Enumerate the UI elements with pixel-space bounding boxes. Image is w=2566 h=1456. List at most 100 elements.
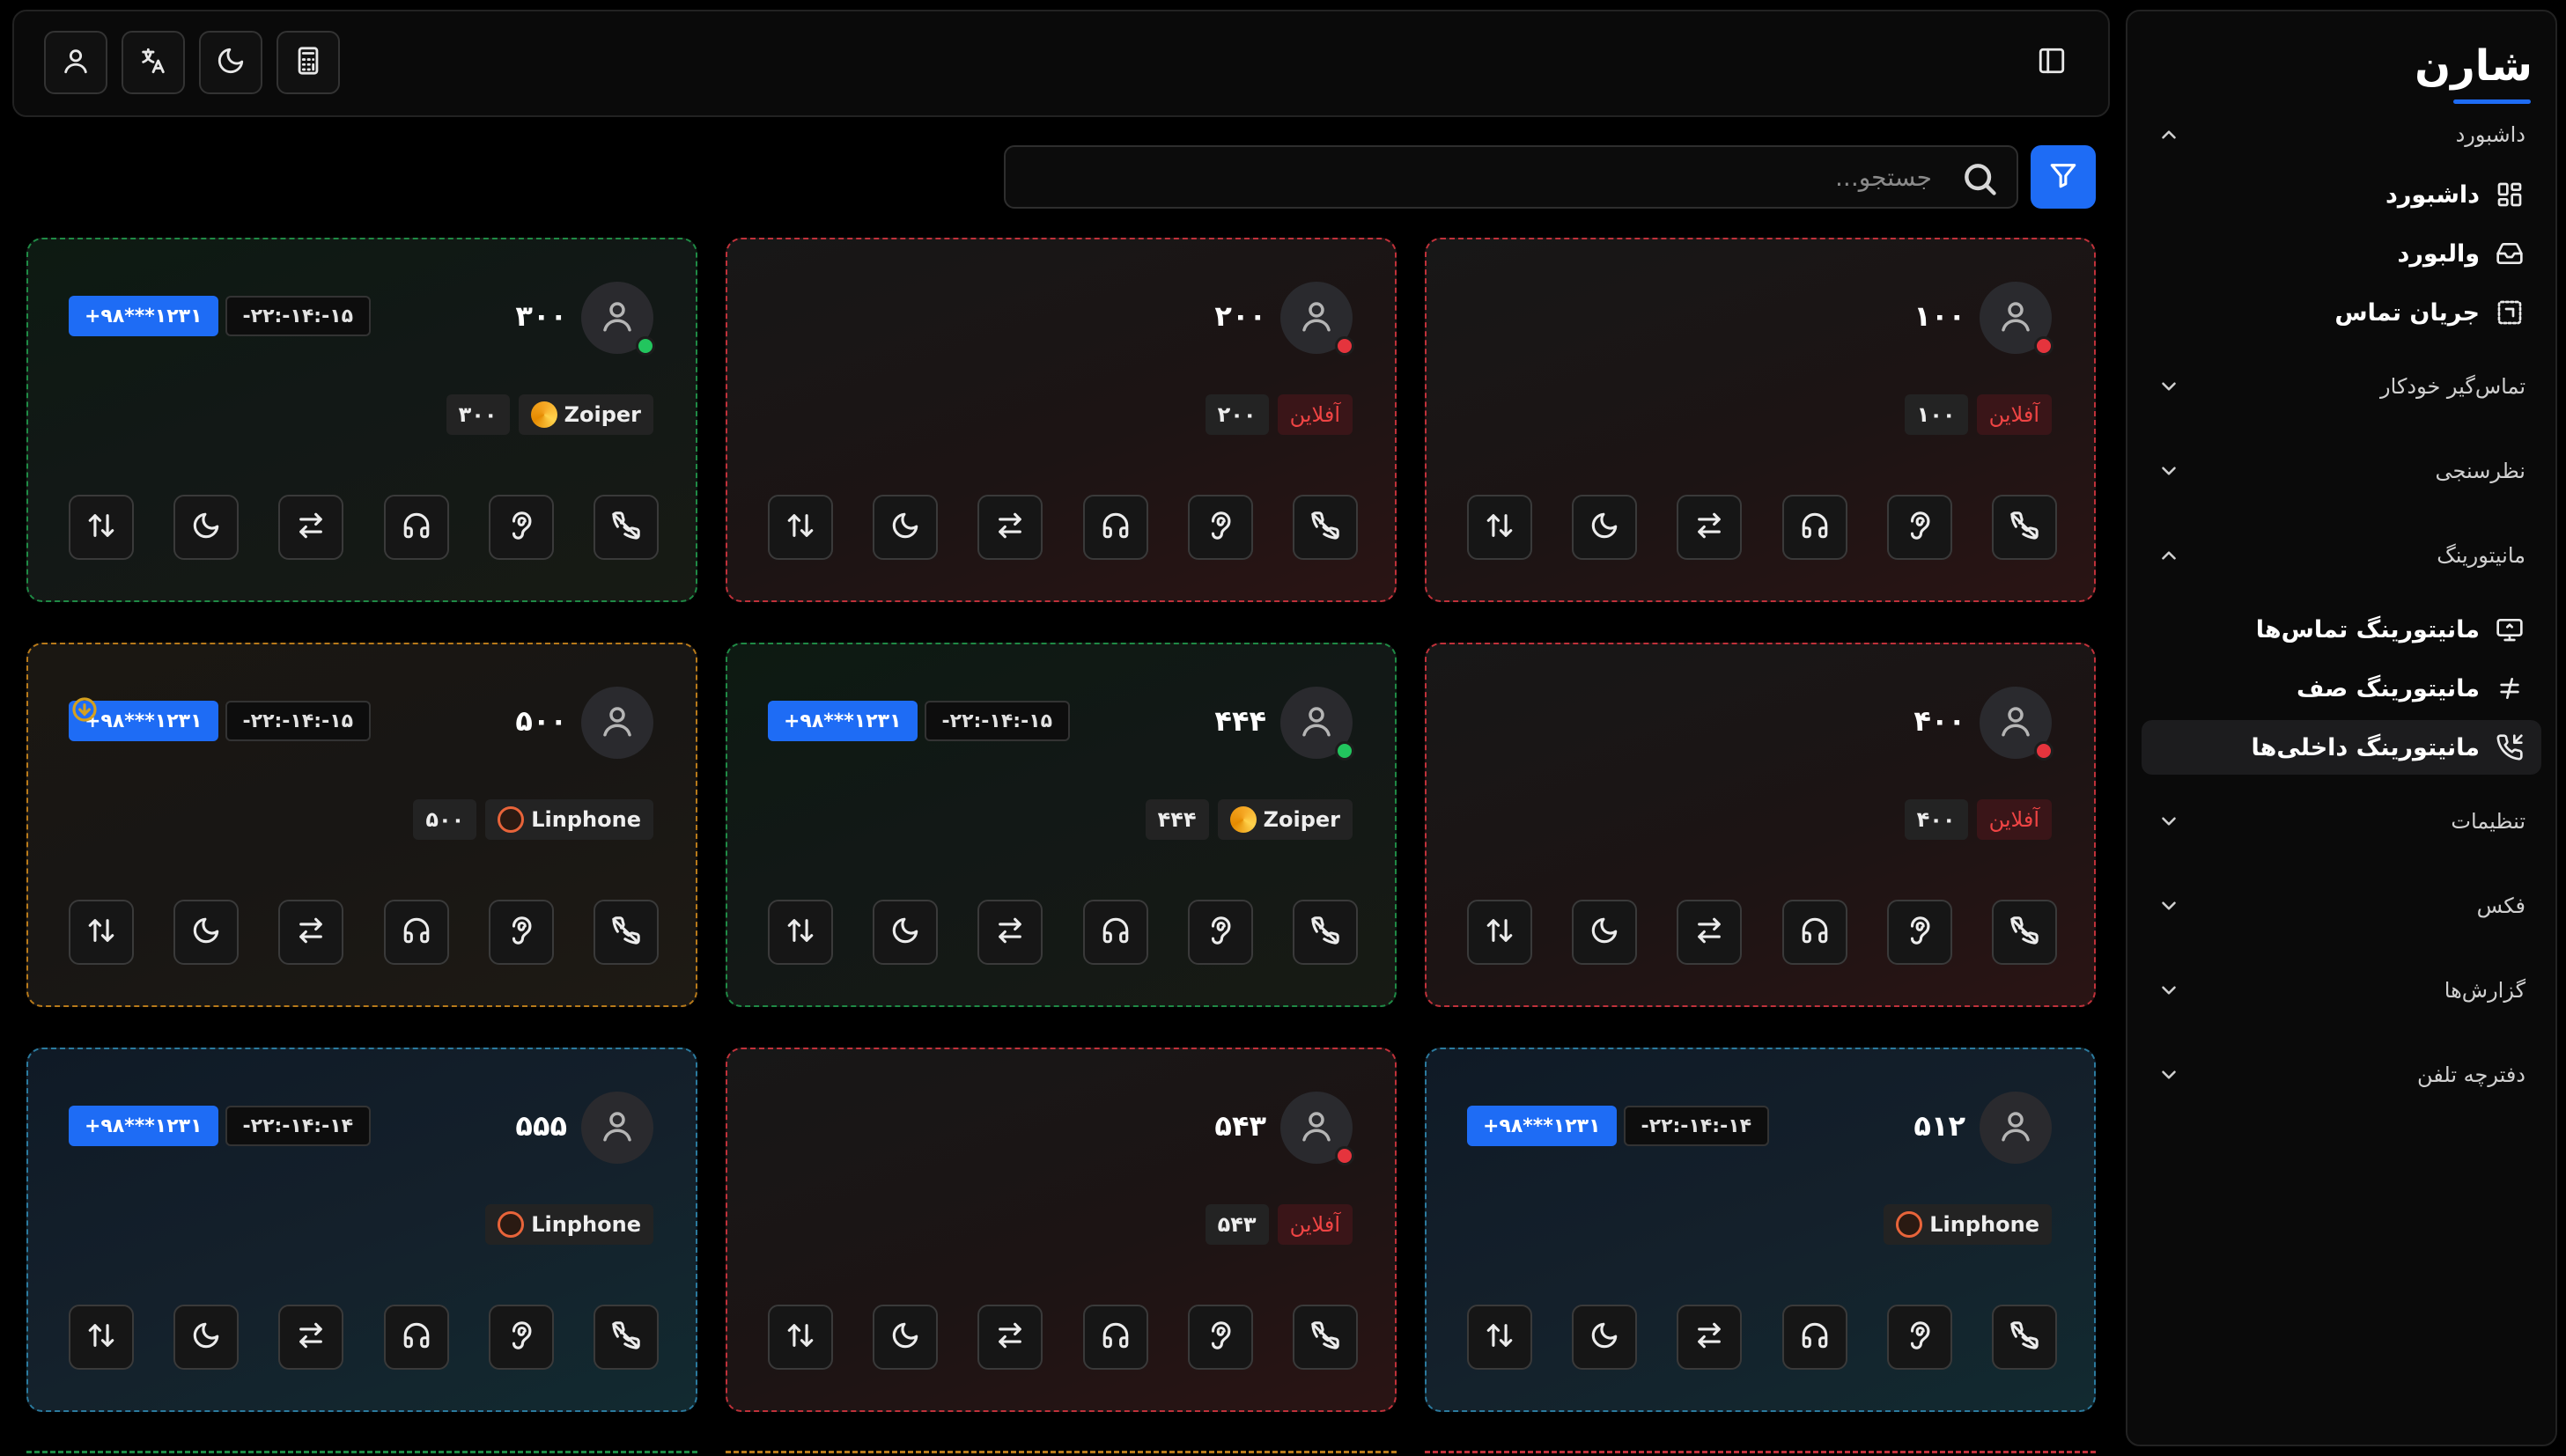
dnd-button[interactable] [873,495,939,560]
ear-icon [1206,511,1235,544]
sidebar-item-wallboard[interactable]: والبورد [2142,226,2541,281]
sidebar-group-settings[interactable]: تنظیمات [2142,779,2541,864]
listen-button[interactable] [1082,495,1148,560]
swap-icon [1485,511,1515,544]
sidebar-item-extension-monitoring[interactable]: مانیتورینگ داخلی‌ها [2142,720,2541,775]
brand-logo[interactable]: شارن [2142,33,2541,107]
swap-button[interactable] [69,900,134,965]
hangup-button[interactable] [593,1305,659,1370]
transfer-button[interactable] [278,900,344,965]
swap-button[interactable] [768,900,833,965]
tag-row: آفلاین ۱۰۰ [1904,394,2052,435]
transfer-button[interactable] [1677,900,1743,965]
headset-icon [402,511,431,544]
call-duration-badge: -۲۲:-۱۴:-۱۵ [924,701,1071,741]
whisper-button[interactable] [1187,900,1253,965]
sidebar-group-phonebook[interactable]: دفترچه تلفن [2142,1033,2541,1117]
transfer-icon [1694,511,1724,544]
moon-icon [890,916,920,949]
hangup-button[interactable] [1991,900,2057,965]
sidebar-item-call-monitoring[interactable]: مانیتورینگ تماس‌ها [2142,602,2541,657]
hangup-button[interactable] [593,495,659,560]
swap-button[interactable] [1467,1305,1532,1370]
transfer-button[interactable] [977,495,1043,560]
whisper-button[interactable] [1187,495,1253,560]
avatar [1980,1092,2052,1164]
listen-button[interactable] [383,1305,449,1370]
listen-button[interactable] [1781,900,1847,965]
whisper-button[interactable] [1187,1305,1253,1370]
transfer-button[interactable] [278,495,344,560]
calculator-button[interactable] [277,31,340,94]
extension-card: ۵۴۳ آفلاین ۵۴۳ [726,1048,1397,1412]
listen-button[interactable] [1781,1305,1847,1370]
user-icon [1298,298,1335,338]
hangup-button[interactable] [1991,1305,2057,1370]
hangup-button[interactable] [1991,495,2057,560]
whisper-button[interactable] [1886,1305,1952,1370]
hangup-icon [611,916,641,949]
dnd-button[interactable] [1572,1305,1638,1370]
filter-button[interactable] [2031,145,2096,209]
listen-button[interactable] [383,495,449,560]
listen-button[interactable] [383,900,449,965]
brand-underline [2453,99,2531,104]
swap-button[interactable] [768,495,833,560]
hangup-button[interactable] [1292,1305,1358,1370]
dnd-button[interactable] [873,900,939,965]
dnd-button[interactable] [173,1305,240,1370]
search-input[interactable] [1006,147,2017,207]
sidebar-toggle-button[interactable] [2034,45,2069,80]
swap-button[interactable] [69,1305,134,1370]
status-dot-online [1335,741,1354,761]
user-icon [599,298,636,338]
listen-button[interactable] [1082,900,1148,965]
tag-row: Zoiper ۳۰۰ [446,394,653,435]
moon-icon [191,511,221,544]
swap-button[interactable] [69,495,134,560]
dnd-button[interactable] [1572,900,1638,965]
listen-button[interactable] [1082,1305,1148,1370]
sidebar-item-call-flow[interactable]: جریان تماس [2142,285,2541,340]
sidebar-item-dashboard[interactable]: داشبورد [2142,167,2541,222]
sidebar-item-queue-monitoring[interactable]: مانیتورینگ صف [2142,661,2541,716]
whisper-button[interactable] [488,1305,554,1370]
whisper-button[interactable] [488,495,554,560]
transfer-button[interactable] [977,900,1043,965]
ear-icon [1905,511,1935,544]
swap-button[interactable] [1467,900,1532,965]
language-button[interactable] [122,31,185,94]
dnd-button[interactable] [873,1305,939,1370]
hangup-button[interactable] [1292,495,1358,560]
sidebar-group-fax[interactable]: فکس [2142,864,2541,948]
sidebar-group-label: تماس‌گیر خودکار [2380,374,2525,399]
whisper-button[interactable] [488,900,554,965]
card-actions [1467,495,2057,560]
extension-number: ۲۰۰ [1214,299,1266,333]
theme-toggle-button[interactable] [199,31,262,94]
sidebar-group-reports[interactable]: گزارش‌ها [2142,948,2541,1033]
transfer-button[interactable] [1677,1305,1743,1370]
extension-card: ۴۴۴ +۹۸***۱۲۳۱ -۲۲:-۱۴:-۱۵ Zoiper ۴۴۴ [726,643,1397,1007]
extension-number: ۴۰۰ [1913,704,1965,738]
dnd-button[interactable] [173,900,240,965]
sidebar-group-survey[interactable]: نظرسنجی [2142,429,2541,513]
profile-button[interactable] [44,31,107,94]
transfer-button[interactable] [278,1305,344,1370]
whisper-button[interactable] [1886,900,1952,965]
transfer-button[interactable] [1677,495,1743,560]
extension-number: ۳۰۰ [515,299,567,333]
hangup-button[interactable] [593,900,659,965]
listen-button[interactable] [1781,495,1847,560]
hangup-button[interactable] [1292,900,1358,965]
dnd-button[interactable] [173,495,240,560]
swap-button[interactable] [1467,495,1532,560]
sidebar-group-dashboard[interactable]: داشبورد [2142,107,2541,163]
swap-button[interactable] [768,1305,833,1370]
transfer-button[interactable] [977,1305,1043,1370]
sidebar-group-auto-dialer[interactable]: تماس‌گیر خودکار [2142,344,2541,429]
whisper-button[interactable] [1886,495,1952,560]
call-duration-badge: -۲۲:-۱۴:-۱۵ [225,701,372,741]
dnd-button[interactable] [1572,495,1638,560]
sidebar-group-monitoring[interactable]: مانیتورینگ [2142,513,2541,598]
